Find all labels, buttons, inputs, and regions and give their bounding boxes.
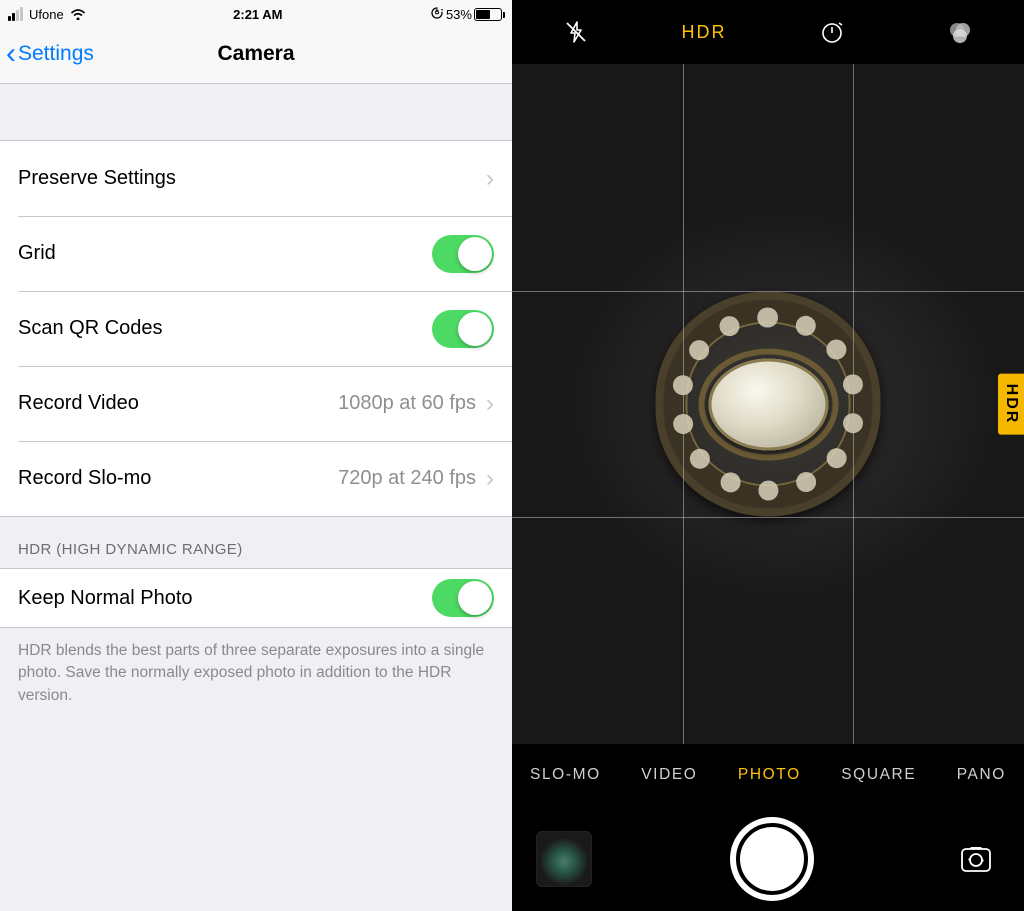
- camera-mode-strip[interactable]: SLO-MO VIDEO PHOTO SQUARE PANO: [512, 744, 1024, 806]
- grid-line: [512, 291, 1024, 292]
- settings-group-hdr: Keep Normal Photo: [0, 568, 512, 628]
- row-record-video[interactable]: Record Video 1080p at 60 fps ›: [0, 366, 512, 441]
- camera-bottom-bar: [512, 806, 1024, 911]
- row-grid: Grid: [0, 216, 512, 291]
- status-time: 2:21 AM: [233, 7, 282, 22]
- timer-button[interactable]: [802, 19, 862, 45]
- camera-pane: HDR HDR SLO-MO: [512, 0, 1024, 911]
- flash-off-icon: [563, 19, 589, 45]
- row-label: Scan QR Codes: [18, 317, 432, 340]
- row-record-slomo[interactable]: Record Slo-mo 720p at 240 fps ›: [0, 441, 512, 516]
- flash-button[interactable]: [546, 19, 606, 45]
- grid-line: [683, 64, 684, 744]
- chevron-right-icon: ›: [486, 465, 494, 493]
- row-label: Record Slo-mo: [18, 467, 338, 490]
- row-label: Record Video: [18, 392, 338, 415]
- timer-icon: [819, 19, 845, 45]
- subject-ring: [656, 292, 881, 517]
- shutter-button[interactable]: [730, 817, 814, 901]
- chevron-right-icon: ›: [486, 390, 494, 418]
- hdr-badge: HDR: [998, 374, 1024, 435]
- shutter-inner-icon: [740, 827, 804, 891]
- settings-group-1: Preserve Settings › Grid Scan QR Codes R…: [0, 140, 512, 517]
- hdr-top-label: HDR: [682, 22, 727, 43]
- nav-bar: ‹ Settings Camera: [0, 24, 512, 84]
- filters-icon: [946, 18, 974, 46]
- cellular-signal-icon: [8, 7, 23, 21]
- rotation-lock-icon: [430, 6, 444, 23]
- flip-camera-icon: [956, 839, 996, 879]
- toggle-grid[interactable]: [432, 235, 494, 273]
- hdr-button[interactable]: HDR: [674, 22, 734, 43]
- row-keep-normal-photo: Keep Normal Photo: [0, 569, 512, 627]
- mode-photo[interactable]: PHOTO: [738, 766, 801, 784]
- wifi-icon: [70, 8, 86, 20]
- toggle-scan-qr[interactable]: [432, 310, 494, 348]
- row-label: Preserve Settings: [18, 167, 486, 190]
- status-bar: Ufone 2:21 AM 53%: [0, 0, 512, 24]
- battery-percent: 53%: [446, 7, 472, 22]
- settings-pane: Ufone 2:21 AM 53% ‹ Settings Ca: [0, 0, 512, 911]
- row-preserve-settings[interactable]: Preserve Settings ›: [0, 141, 512, 216]
- filters-button[interactable]: [930, 18, 990, 46]
- section-header-hdr: HDR (HIGH DYNAMIC RANGE): [0, 517, 512, 568]
- battery-icon: [474, 8, 502, 21]
- row-detail: 720p at 240 fps: [338, 467, 476, 490]
- last-photo-thumbnail[interactable]: [536, 831, 592, 887]
- grid-line: [512, 517, 1024, 518]
- chevron-right-icon: ›: [486, 165, 494, 193]
- camera-viewfinder[interactable]: HDR: [512, 64, 1024, 744]
- mode-square[interactable]: SQUARE: [841, 766, 916, 784]
- carrier-label: Ufone: [29, 7, 64, 22]
- flip-camera-button[interactable]: [952, 835, 1000, 883]
- mode-pano[interactable]: PANO: [957, 766, 1006, 784]
- row-scan-qr: Scan QR Codes: [0, 291, 512, 366]
- page-title: Camera: [0, 42, 512, 66]
- row-label: Grid: [18, 242, 432, 265]
- section-footer-hdr: HDR blends the best parts of three separ…: [0, 628, 512, 719]
- row-detail: 1080p at 60 fps: [338, 392, 476, 415]
- grid-line: [853, 64, 854, 744]
- camera-top-bar: HDR: [512, 0, 1024, 64]
- toggle-keep-normal[interactable]: [432, 579, 494, 617]
- mode-video[interactable]: VIDEO: [641, 766, 697, 784]
- row-label: Keep Normal Photo: [18, 587, 432, 610]
- mode-slomo[interactable]: SLO-MO: [530, 766, 601, 784]
